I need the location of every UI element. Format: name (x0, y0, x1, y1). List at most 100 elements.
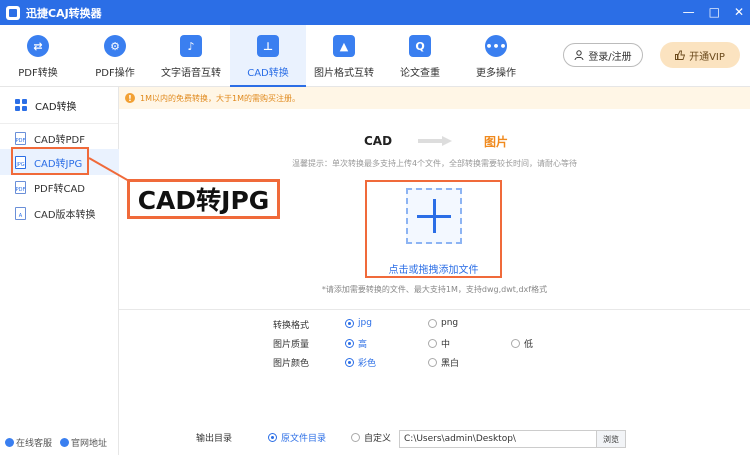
sidebar-item-label: PDF转CAD (34, 183, 86, 195)
online-service-label: 在线客服 (16, 439, 53, 449)
cad-icon: ⊥ (257, 35, 279, 57)
option-label: 自定义 (364, 434, 392, 444)
radio-icon (428, 339, 437, 348)
radio-checked-icon (268, 433, 277, 442)
website-label: 官网地址 (71, 439, 108, 449)
divider (119, 309, 750, 310)
tool-cad-convert[interactable]: ⊥ CAD转换 (230, 25, 306, 87)
option-label: 高 (358, 340, 368, 350)
sidebar-item-cad-version[interactable]: A CAD版本转换 (0, 200, 119, 226)
output-source-dir-option[interactable]: 原文件目录 (268, 431, 326, 444)
swap-icon: ⇄ (27, 35, 49, 57)
tool-pdf-operate[interactable]: ⚙ PDF操作 (77, 25, 153, 87)
quality-label: 图片质量 (273, 340, 310, 350)
title-bar: 迅捷CAJ转换器 — □ ✕ (0, 0, 750, 25)
color-option-bw[interactable]: 黑白 (428, 356, 459, 369)
tool-plagiarism-check[interactable]: Q 论文查重 (382, 25, 458, 87)
option-label: png (441, 318, 459, 328)
audio-icon: ♪ (180, 35, 202, 57)
tool-label: 更多操作 (476, 68, 516, 79)
sidebar-item-pdf-to-cad[interactable]: PDF PDF转CAD (0, 174, 119, 200)
color-label: 图片颜色 (273, 359, 310, 369)
file-drop-zone[interactable]: 点击或拖拽添加文件 (365, 180, 502, 278)
login-register-button[interactable]: 登录/注册 (563, 43, 643, 67)
radio-icon (511, 339, 520, 348)
sidebar-item-label: CAD版本转换 (34, 209, 96, 221)
add-file-box[interactable] (406, 188, 462, 244)
tool-text-speech[interactable]: ♪ 文字语音互转 (153, 25, 229, 87)
online-service-link[interactable]: 在线客服 (5, 436, 52, 449)
file-pdf-icon: PDF (15, 180, 26, 194)
sidebar-header-label: CAD转换 (35, 101, 77, 113)
window-controls: — □ ✕ (683, 0, 744, 25)
grid-icon (15, 99, 27, 111)
option-label: 低 (524, 340, 534, 350)
tool-pdf-convert[interactable]: ⇄ PDF转换 (0, 25, 76, 87)
color-option-color[interactable]: 彩色 (345, 356, 376, 369)
tool-label: PDF转换 (18, 68, 58, 79)
hint-text: 温馨提示：单次转换最多支持上传4个文件，全部转换需要较长时间，请耐心等待 (291, 159, 578, 168)
gear-icon: ⚙ (104, 35, 126, 57)
radio-checked-icon (345, 339, 354, 348)
flow-source-format: CAD (364, 134, 393, 148)
quality-option-medium[interactable]: 中 (428, 337, 450, 350)
website-link[interactable]: 官网地址 (60, 436, 107, 449)
option-label: 中 (441, 340, 451, 350)
tool-image-format[interactable]: ▲ 图片格式互转 (306, 25, 382, 87)
highlight-box (11, 147, 89, 175)
output-custom-option[interactable]: 自定义 (351, 431, 391, 444)
close-button[interactable]: ✕ (734, 0, 744, 25)
warning-icon: ! (125, 93, 135, 103)
app-title: 迅捷CAJ转换器 (26, 6, 102, 20)
search-doc-icon: Q (409, 35, 431, 57)
arrow-right-icon (418, 136, 452, 146)
radio-icon (428, 358, 437, 367)
option-label: jpg (358, 318, 372, 328)
file-pdf-icon: PDF (15, 131, 26, 145)
sidebar-item-label: CAD转PDF (34, 134, 86, 146)
thumb-up-icon (675, 50, 686, 60)
format-option-jpg[interactable]: jpg (345, 318, 372, 328)
app-logo-icon (6, 5, 20, 20)
image-icon: ▲ (333, 35, 355, 57)
format-label: 转换格式 (273, 321, 310, 331)
headset-icon (5, 438, 14, 447)
radio-icon (428, 318, 437, 328)
maximize-button[interactable]: □ (709, 0, 720, 25)
radio-checked-icon (345, 318, 354, 328)
quality-option-low[interactable]: 低 (511, 337, 533, 350)
radio-checked-icon (345, 358, 354, 367)
radio-icon (351, 433, 360, 442)
tool-label: 论文查重 (400, 68, 440, 79)
minimize-button[interactable]: — (683, 0, 695, 25)
conversion-flow: CAD 图片 (360, 133, 520, 149)
sidebar-footer: 在线客服 官网地址 (0, 436, 119, 449)
notice-bar: ! 1M以内的免费转换，大于1M的需购买注册。 (119, 87, 750, 109)
browse-button[interactable]: 浏览 (596, 430, 626, 448)
sidebar: CAD转换 PDF CAD转PDF JPG CAD转JPG PDF PDF转CA… (0, 87, 119, 455)
notice-text: 1M以内的免费转换，大于1M的需购买注册。 (140, 93, 300, 103)
option-label: 彩色 (358, 359, 377, 369)
tool-more[interactable]: ••• 更多操作 (458, 25, 534, 87)
output-directory-row: 输出目录 原文件目录 自定义 浏览 (196, 430, 630, 448)
tool-label: PDF操作 (95, 68, 135, 79)
tool-label: 图片格式互转 (314, 68, 374, 79)
tool-label: 文字语音互转 (161, 68, 221, 79)
plus-icon-vertical (433, 199, 436, 233)
file-cad-icon: A (15, 206, 26, 220)
supported-formats-note: *请添加需要转换的文件、最大支持1M，支持dwg,dwt,dxf格式 (321, 285, 548, 294)
quality-option-high[interactable]: 高 (345, 337, 367, 350)
vip-label: 开通VIP (689, 51, 725, 63)
more-icon: ••• (485, 35, 507, 57)
output-path-input[interactable] (399, 430, 598, 448)
option-label: 原文件目录 (281, 434, 327, 444)
format-option-png[interactable]: png (428, 318, 458, 328)
option-label: 黑白 (441, 359, 460, 369)
tool-label: CAD转换 (247, 68, 289, 79)
output-label: 输出目录 (196, 434, 233, 444)
annotation-callout: CAD转JPG (127, 179, 280, 219)
globe-icon (60, 438, 70, 447)
vip-button[interactable]: 开通VIP (660, 42, 740, 68)
drop-zone-label: 点击或拖拽添加文件 (388, 265, 479, 276)
user-icon (574, 50, 584, 60)
